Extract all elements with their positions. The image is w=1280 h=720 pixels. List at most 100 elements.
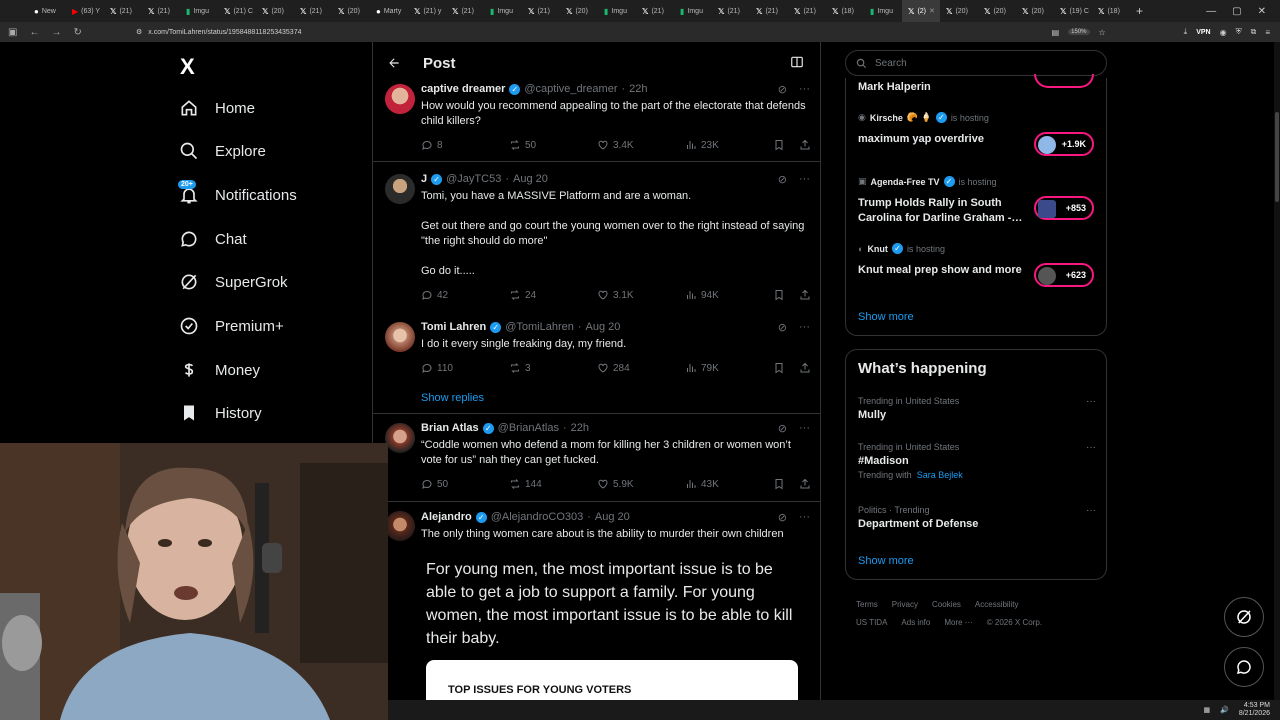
author-handle[interactable]: @captive_dreamer xyxy=(524,83,617,95)
browser-tab[interactable]: ● New xyxy=(28,0,66,22)
browser-tab[interactable]: ▮ Imgu xyxy=(598,0,636,22)
timestamp[interactable]: 22h xyxy=(571,422,589,434)
grok-icon[interactable]: ⊘ xyxy=(778,83,787,96)
grok-icon[interactable]: ⊘ xyxy=(778,511,787,524)
bookmark-icon[interactable] xyxy=(773,478,785,490)
like-button[interactable]: 3.1K xyxy=(597,289,685,301)
more-icon[interactable]: ··· xyxy=(1086,396,1096,407)
browser-tab[interactable]: 𝕏 (21) xyxy=(788,0,826,22)
new-tab-icon[interactable]: + xyxy=(1136,4,1143,18)
nav-item-supergrok[interactable]: SuperGrok xyxy=(178,270,288,294)
search-input[interactable]: Search xyxy=(845,50,1107,76)
reader-view-icon[interactable] xyxy=(790,55,804,69)
show-more-link[interactable]: Show more xyxy=(858,311,914,323)
maximize-icon[interactable]: ▢ xyxy=(1232,6,1241,17)
more-icon[interactable]: ··· xyxy=(799,173,810,186)
author-handle[interactable]: @AlejandroCO303 xyxy=(491,511,584,523)
page-scrollbar[interactable] xyxy=(1274,42,1280,700)
timestamp[interactable]: Aug 20 xyxy=(595,511,630,523)
grok-icon[interactable]: ⊘ xyxy=(778,321,787,334)
chat-fab-button[interactable] xyxy=(1224,647,1264,687)
browser-tab[interactable]: 𝕏 (21) y xyxy=(408,0,446,22)
reply-button[interactable]: 110 xyxy=(421,362,509,374)
footer-link[interactable]: © 2026 X Corp. xyxy=(987,618,1042,627)
avatar[interactable] xyxy=(385,322,415,352)
browser-tab[interactable]: 𝕏 (21) xyxy=(446,0,484,22)
browser-tab[interactable]: 𝕏 (18) xyxy=(826,0,864,22)
space-listeners-pill[interactable]: +853 xyxy=(1034,196,1094,220)
browser-tab[interactable]: ● Marty xyxy=(370,0,408,22)
zoom-level[interactable]: 150% xyxy=(1068,29,1090,35)
close-tab-icon[interactable]: ✕ xyxy=(929,7,935,15)
browser-tab[interactable]: 𝕏 (20) xyxy=(978,0,1016,22)
browser-tab[interactable]: ▮ Imgu xyxy=(180,0,218,22)
minimize-icon[interactable]: — xyxy=(1206,6,1216,17)
show-replies-link[interactable]: Show replies xyxy=(421,392,484,404)
nav-item-history[interactable]: History xyxy=(178,401,262,425)
reply-tweet[interactable]: captive dreamer ✓ @captive_dreamer · 22h… xyxy=(373,74,820,162)
reader-mode-icon[interactable]: ▤ xyxy=(1052,28,1060,37)
quoted-image-text[interactable]: For young men, the most important issue … xyxy=(426,558,798,650)
views-button[interactable]: 79K xyxy=(685,362,773,374)
browser-tab[interactable]: 𝕏 (21) xyxy=(750,0,788,22)
browser-tab[interactable]: 𝕏 (18) xyxy=(1092,0,1130,22)
footer-link[interactable]: Ads info xyxy=(901,618,930,627)
browser-tab[interactable]: 𝕏 (20) xyxy=(256,0,294,22)
host-name[interactable]: Agenda-Free TV xyxy=(871,177,940,187)
avatar[interactable] xyxy=(385,174,415,204)
author-handle[interactable]: @BrianAtlas xyxy=(498,422,559,434)
reply-tweet[interactable]: Tomi Lahren ✓ @TomiLahren · Aug 20 ⊘ ··· … xyxy=(373,312,820,414)
more-icon[interactable]: ··· xyxy=(1086,505,1096,516)
nav-item-money[interactable]: Money xyxy=(178,358,260,382)
trend-item[interactable]: Trending in United States Mully ··· xyxy=(858,396,1096,421)
download-icon[interactable]: ⤓ xyxy=(1184,27,1188,37)
browser-tab[interactable]: 𝕏 (21) xyxy=(104,0,142,22)
close-icon[interactable]: ✕ xyxy=(1258,6,1266,17)
share-icon[interactable] xyxy=(799,139,811,151)
grok-icon[interactable]: ⊘ xyxy=(778,173,787,186)
browser-tab[interactable]: ▮ Imgu xyxy=(674,0,712,22)
repost-button[interactable]: 50 xyxy=(509,139,597,151)
more-icon[interactable]: ··· xyxy=(799,511,810,524)
back-arrow-icon[interactable] xyxy=(387,56,401,70)
avatar[interactable] xyxy=(385,423,415,453)
shield-icon[interactable]: ⛨ xyxy=(1236,27,1242,37)
browser-tab[interactable]: 𝕏 (21) xyxy=(636,0,674,22)
volume-icon[interactable]: 🔊 xyxy=(1220,706,1229,714)
nav-item-home[interactable]: Home xyxy=(178,96,255,120)
browser-tab[interactable]: 𝕏 (21) xyxy=(712,0,750,22)
more-icon[interactable]: ··· xyxy=(799,422,810,435)
extensions-icon[interactable]: ⧉ xyxy=(1251,27,1257,37)
reply-button[interactable]: 42 xyxy=(421,289,509,301)
vpn-button[interactable]: VPN xyxy=(1196,29,1210,36)
browser-tab[interactable]: 𝕏 (2) ✕ xyxy=(902,0,940,22)
nav-item-premium[interactable]: Premium+ xyxy=(178,314,284,338)
bookmark-star-icon[interactable]: ☆ xyxy=(1099,28,1106,37)
views-button[interactable]: 94K xyxy=(685,289,773,301)
footer-link[interactable]: Accessibility xyxy=(975,600,1019,609)
repost-button[interactable]: 3 xyxy=(509,362,597,374)
network-icon[interactable]: ▦ xyxy=(1204,706,1211,714)
browser-tab[interactable]: ▶ (63) Y xyxy=(66,0,104,22)
browser-tab[interactable]: 𝕏 (20) xyxy=(940,0,978,22)
space-title[interactable]: Trump Holds Rally in South Carolina for … xyxy=(858,196,1033,226)
browser-tab[interactable]: 𝕏 (20) xyxy=(560,0,598,22)
like-button[interactable]: 3.4K xyxy=(597,139,685,151)
more-icon[interactable]: ··· xyxy=(1086,442,1096,453)
space-listeners-pill[interactable]: +623 xyxy=(1034,263,1094,287)
browser-tab[interactable]: 𝕏 (21) xyxy=(294,0,332,22)
timestamp[interactable]: Aug 20 xyxy=(513,173,548,185)
like-button[interactable]: 5.9K xyxy=(597,478,685,490)
trending-with-link[interactable]: Sara Bejlek xyxy=(917,470,963,480)
reply-button[interactable]: 50 xyxy=(421,478,509,490)
browser-tab[interactable]: 𝕏 (20) xyxy=(332,0,370,22)
trend-item[interactable]: Trending in United States #Madison Trend… xyxy=(858,442,1096,480)
author-name[interactable]: Tomi Lahren xyxy=(421,321,486,333)
scrollbar-thumb[interactable] xyxy=(1275,112,1279,202)
browser-tab[interactable]: ▮ Imgu xyxy=(484,0,522,22)
trend-item[interactable]: Politics · Trending Department of Defens… xyxy=(858,505,1096,530)
reply-tweet[interactable]: J ✓ @JayTC53 · Aug 20 ⊘ ··· Tomi, you hav… xyxy=(373,164,820,312)
host-name[interactable]: Knut xyxy=(867,244,888,254)
nav-item-explore[interactable]: Explore xyxy=(178,139,266,163)
author-name[interactable]: Alejandro xyxy=(421,511,472,523)
